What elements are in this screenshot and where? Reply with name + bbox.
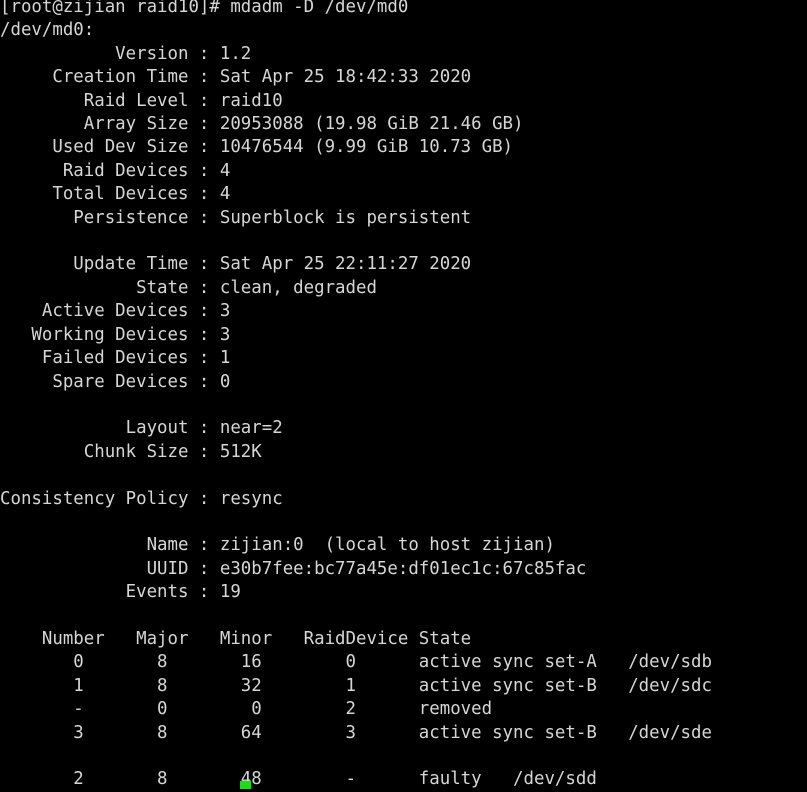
output-line: Raid Level : raid10 [0, 90, 283, 111]
output-line: Failed Devices : 1 [0, 348, 231, 369]
output-line: Total Devices : 4 [0, 184, 231, 205]
output-line: State : clean, degraded [0, 277, 377, 298]
terminal-cursor [240, 781, 251, 789]
output-line: 3 8 64 3 active sync set-B /dev/sde [0, 722, 712, 743]
output-line: Persistence : Superblock is persistent [0, 207, 472, 228]
output-line: Raid Devices : 4 [0, 160, 231, 181]
output-line: Active Devices : 3 [0, 301, 231, 322]
output-line: 2 8 48 - faulty /dev/sdd [0, 769, 597, 790]
output-line: Update Time : Sat Apr 25 22:11:27 2020 [0, 254, 472, 275]
output-line: /dev/md0: [0, 20, 95, 41]
output-line: 0 8 16 0 active sync set-A /dev/sdb [0, 652, 712, 673]
output-line: Chunk Size : 512K [0, 441, 262, 462]
output-line: Number Major Minor RaidDevice State [0, 628, 472, 649]
output-line: Version : 1.2 [0, 43, 252, 64]
output-line: 1 8 32 1 active sync set-B /dev/sdc [0, 675, 712, 696]
output-line: Spare Devices : 0 [0, 371, 231, 392]
output-line: Creation Time : Sat Apr 25 18:42:33 2020 [0, 67, 472, 88]
output-line: Array Size : 20953088 (19.98 GiB 21.46 G… [0, 114, 524, 135]
output-line: - 0 0 2 removed [0, 699, 493, 720]
terminal-window[interactable]: [root@zijian raid10]# mdadm -D /dev/md0 /… [0, 0, 807, 792]
output-line: UUID : e30b7fee:bc77a45e:df01ec1c:67c85f… [0, 558, 587, 579]
output-line: Layout : near=2 [0, 418, 283, 439]
output-line: Working Devices : 3 [0, 324, 231, 345]
terminal-output-buffer: [root@zijian raid10]# mdadm -D /dev/md0 /… [0, 0, 807, 792]
output-line: Events : 19 [0, 582, 241, 603]
output-line: Consistency Policy : resync [0, 488, 283, 509]
output-line: Used Dev Size : 10476544 (9.99 GiB 10.73… [0, 137, 514, 158]
prompt-line: [root@zijian raid10]# mdadm -D /dev/md0 [0, 0, 409, 17]
output-line: Name : zijian:0 (local to host zijian) [0, 535, 555, 556]
